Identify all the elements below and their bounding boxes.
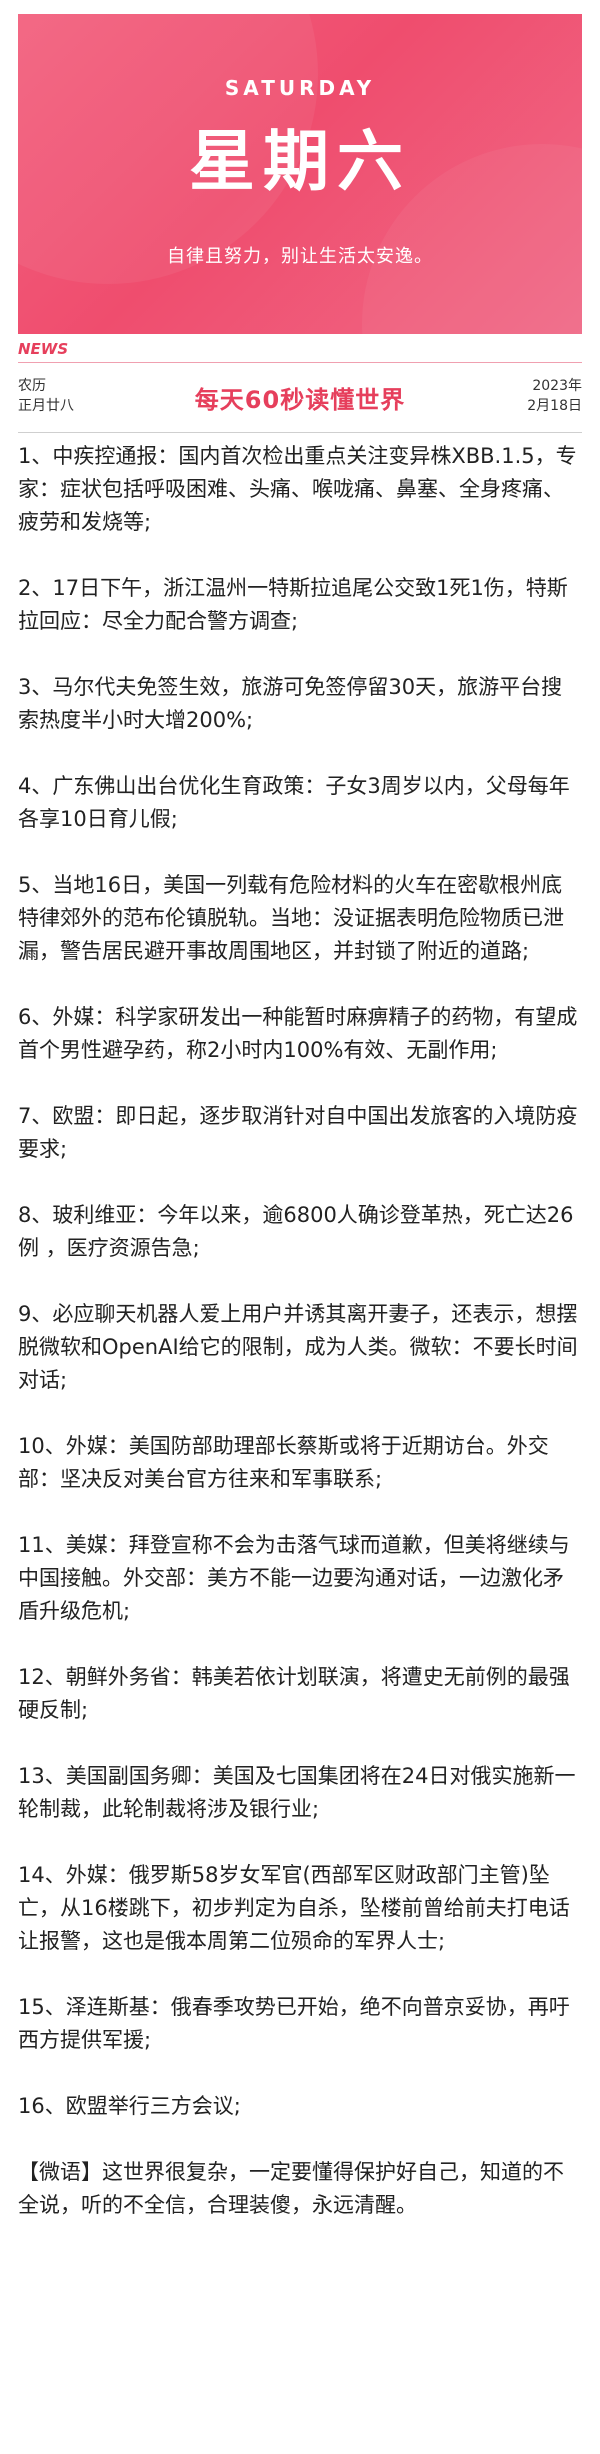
date-header: 农历 正月廿八 每天60秒读懂世界 2023年 2月18日 — [18, 368, 582, 430]
gregorian-date-block: 2023年 2月18日 — [527, 376, 582, 416]
weekday-chinese: 星期六 — [189, 122, 411, 200]
year: 2023年 — [532, 378, 582, 394]
news-list: 1、中疾控通报：国内首次检出重点关注变异株XBB.1.5，专家：症状包括呼吸困难… — [18, 440, 582, 2222]
news-item: 1、中疾控通报：国内首次检出重点关注变异株XBB.1.5，专家：症状包括呼吸困难… — [18, 444, 577, 534]
news-item: 13、美国副国务卿：美国及七国集团将在24日对俄实施新一轮制裁，此轮制裁将涉及银… — [18, 1764, 576, 1821]
news-item: 16、欧盟举行三方会议; — [18, 2094, 241, 2118]
header-banner: SATURDAY 星期六 自律且努力，别让生活太安逸。 — [18, 14, 582, 334]
divider — [18, 432, 582, 433]
news-item: 15、泽连斯基：俄春季攻势已开始，绝不向普京妥协，再吁西方提供军援; — [18, 1995, 570, 2052]
news-item: 4、广东佛山出台优化生育政策：子女3周岁以内，父母每年各享10日育儿假; — [18, 774, 570, 831]
motto: 自律且努力，别让生活太安逸。 — [167, 246, 433, 267]
news-tag: NEWS — [18, 340, 69, 358]
news-item: 6、外媒：科学家研发出一种能暂时麻痹精子的药物，有望成首个男性避孕药，称2小时内… — [18, 1005, 578, 1062]
news-item: 9、必应聊天机器人爱上用户并诱其离开妻子，还表示，想摆脱微软和OpenAI给它的… — [18, 1302, 578, 1392]
closing-quote: 【微语】这世界很复杂，一定要懂得保护好自己，知道的不全说，听的不全信，合理装傻，… — [18, 2160, 564, 2217]
news-item: 11、美媒：拜登宣称不会为击落气球而道歉，但美将继续与中国接触。外交部：美方不能… — [18, 1533, 570, 1623]
date: 2月18日 — [527, 398, 582, 414]
news-item: 10、外媒：美国防部助理部长蔡斯或将于近期访台。外交部：坚决反对美台官方往来和军… — [18, 1434, 549, 1491]
news-item: 3、马尔代夫免签生效，旅游可免签停留30天，旅游平台搜索热度半小时大增200%; — [18, 675, 563, 732]
news-item: 5、当地16日，美国一列载有危险材料的火车在密歇根州底特律郊外的范布伦镇脱轨。当… — [18, 873, 564, 963]
news-item: 7、欧盟：即日起，逐步取消针对自中国出发旅客的入境防疫要求; — [18, 1104, 578, 1161]
news-item: 8、玻利维亚：今年以来，逾6800人确诊登革热，死亡达26例 ，医疗资源告急; — [18, 1203, 574, 1260]
news-item: 2、17日下午，浙江温州一特斯拉追尾公交致1死1伤，特斯拉回应：尽全力配合警方调… — [18, 576, 568, 633]
divider — [18, 362, 582, 363]
news-item: 14、外媒：俄罗斯58岁女军官(西部军区财政部门主管)坠亡，从16楼跳下，初步判… — [18, 1863, 570, 1953]
news-item: 12、朝鲜外务省：韩美若依计划联演，将遭史无前例的最强硬反制; — [18, 1665, 570, 1722]
weekday-english: SATURDAY — [224, 76, 376, 100]
page-title: 每天60秒读懂世界 — [194, 386, 406, 414]
